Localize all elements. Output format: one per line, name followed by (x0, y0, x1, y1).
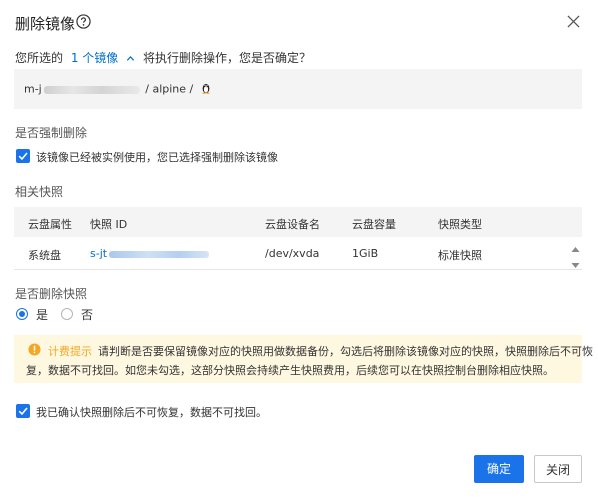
column-header-size: 云盘容量 (352, 218, 396, 231)
table-header-row: 云盘属性 快照 ID 云盘设备名 云盘容量 快照类型 (14, 207, 582, 237)
delete-image-dialog: 删除镜像 您所选的 1 个镜像 将执行删除操作，您是否确定？ m-j / alp… (0, 0, 598, 499)
cell-disk-attr: 系统盘 (28, 249, 61, 262)
column-header-disk-attr: 云盘属性 (28, 218, 72, 231)
close-icon[interactable] (567, 15, 580, 31)
redacted-image-id (43, 85, 140, 94)
image-id-prefix: m-j (24, 82, 42, 96)
ok-button[interactable]: 确定 (474, 455, 524, 483)
close-button[interactable]: 关闭 (534, 455, 582, 483)
cell-type: 标准快照 (438, 249, 482, 262)
confirm-checkbox-label: 我已确认快照删除后不可恢复，数据不可找回。 (36, 406, 267, 419)
summary-suffix: 将执行删除操作，您是否确定？ (142, 51, 311, 65)
radio-no[interactable] (61, 308, 73, 320)
related-snapshots-label: 相关快照 (15, 185, 64, 199)
warning-icon (28, 343, 41, 359)
cell-size: 1GiB (352, 247, 379, 260)
column-header-type: 快照类型 (438, 218, 482, 231)
warning-line-2: 复，数据不可找回。如您未勾选，这部分快照会持续产生快照费用，后续您可以在快照控制… (26, 364, 554, 377)
help-circle-icon[interactable] (76, 14, 91, 32)
warning-title: 计费提示 (48, 345, 92, 358)
delete-summary: 您所选的 1 个镜像 将执行删除操作，您是否确定？ (15, 49, 311, 66)
snapshot-table: 云盘属性 快照 ID 云盘设备名 云盘容量 快照类型 系统盘 s-jt /dev… (14, 207, 582, 270)
delete-snapshot-label: 是否删除快照 (15, 287, 88, 301)
image-list-box: m-j / alpine / (14, 69, 582, 109)
force-delete-checkbox[interactable] (16, 149, 30, 163)
scroll-down-icon[interactable] (571, 258, 580, 272)
cell-snapshot-id-link[interactable]: s-jt (90, 247, 210, 260)
redacted-snapshot-id (109, 250, 210, 258)
image-path: / alpine / (145, 82, 194, 96)
cell-device: /dev/xvda (265, 247, 320, 260)
force-delete-checkbox-label: 该镜像已经被实例使用，您已选择强制删除该镜像 (36, 151, 278, 164)
summary-prefix: 您所选的 (15, 51, 64, 65)
column-header-snapshot-id: 快照 ID (90, 218, 128, 231)
snapshot-id-prefix: s-jt (90, 247, 108, 260)
force-delete-label: 是否强制删除 (15, 126, 88, 140)
selected-count-link[interactable]: 1 个镜像 (71, 51, 118, 65)
dialog-title: 删除镜像 (15, 15, 76, 33)
radio-yes[interactable] (16, 308, 28, 320)
column-header-device: 云盘设备名 (265, 218, 320, 231)
chevron-up-icon[interactable] (126, 52, 135, 66)
image-entry: m-j / alpine / (24, 82, 211, 97)
radio-no-label: 否 (81, 308, 94, 322)
warning-text-1: 请判断是否要保留镜像对应的快照用做数据备份，勾选后将删除该镜像对应的快照，快照删… (98, 345, 593, 358)
linux-penguin-icon (201, 82, 211, 97)
warning-line-1: 计费提示 请判断是否要保留镜像对应的快照用做数据备份，勾选后将删除该镜像对应的快照… (48, 343, 593, 359)
confirm-checkbox[interactable] (16, 404, 30, 418)
billing-warning-box: 计费提示 请判断是否要保留镜像对应的快照用做数据备份，勾选后将删除该镜像对应的快照… (14, 335, 593, 383)
radio-yes-label: 是 (36, 308, 49, 322)
scroll-up-icon[interactable] (571, 242, 580, 256)
